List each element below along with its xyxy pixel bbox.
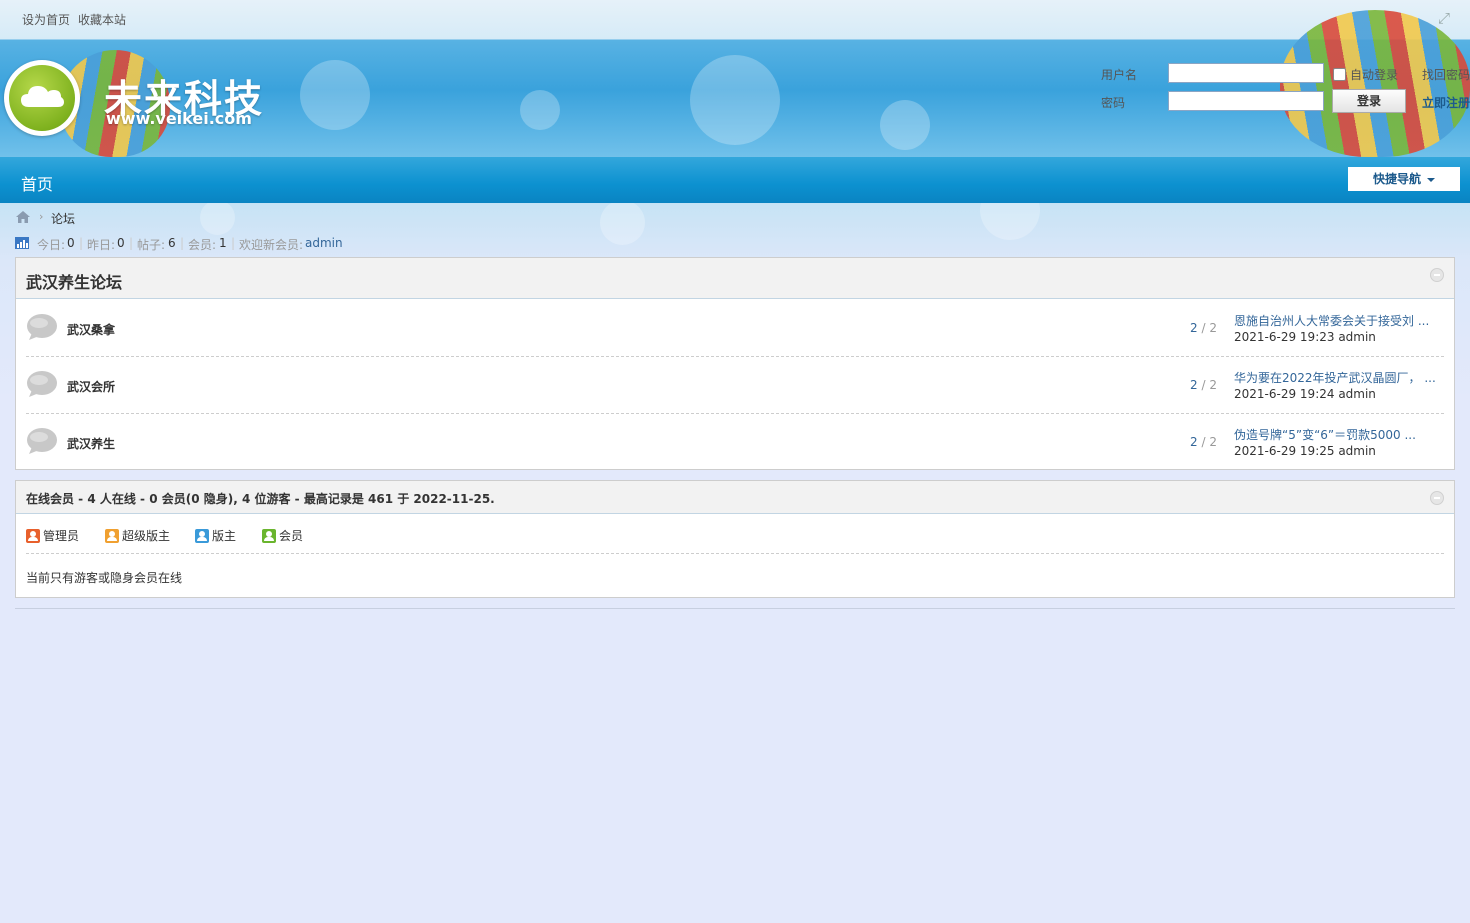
online-title[interactable]: 在线会员 - 4 人在线 - 0 会员(0 隐身), 4 位游客 - 最高记录是… (26, 490, 495, 507)
online-message: 当前只有游客或隐身会员在线 (26, 571, 183, 585)
bookmark-link[interactable]: 收藏本站 (78, 11, 126, 28)
legend-admin: 管理员 (26, 527, 79, 544)
register-link[interactable]: 立即注册 (1422, 94, 1470, 111)
forum-count: 2 / 2 (1190, 435, 1217, 449)
forum-row: 武汉桑拿 2 / 2 恩施自治州人大常委会关于接受刘 ... 2021-6-29… (26, 299, 1444, 357)
last-post-meta: 2021-6-29 19:24 admin (1234, 387, 1376, 401)
last-post-meta: 2021-6-29 19:25 admin (1234, 444, 1376, 458)
quick-nav-button[interactable]: 快捷导航 (1348, 167, 1460, 191)
divider (26, 553, 1444, 554)
auto-login-label: 自动登录 (1350, 68, 1399, 82)
thread-count: 2 (1190, 321, 1198, 335)
collapse-icon[interactable] (1430, 491, 1444, 505)
chart-icon (15, 237, 29, 249)
stat-posts-value: 6 (168, 236, 176, 250)
site-header: 未来科技 www.veikei.com 用户名 密码 自动登录 找回密码 登录 … (0, 10, 1470, 157)
thread-count: 2 (1190, 435, 1198, 449)
legend-moderator: 版主 (195, 527, 236, 544)
post-count: 2 (1209, 435, 1217, 449)
legend-label: 会员 (279, 529, 304, 543)
stat-yesterday-label: 昨日: (87, 238, 116, 252)
password-label: 密码 (1101, 96, 1126, 110)
breadcrumb-separator: › (39, 210, 44, 223)
cloud-icon (21, 86, 64, 107)
admin-icon (26, 529, 40, 543)
stat-separator: | (180, 236, 185, 250)
auto-login-checkbox[interactable] (1333, 68, 1346, 81)
login-button[interactable]: 登录 (1332, 89, 1406, 113)
online-members-box: 在线会员 - 4 人在线 - 0 会员(0 隐身), 4 位游客 - 最高记录是… (15, 480, 1455, 598)
thread-count: 2 (1190, 378, 1198, 392)
stat-welcome-label: 欢迎新会员: (239, 238, 304, 252)
legend-label: 超级版主 (122, 529, 171, 543)
stat-members-label: 会员: (188, 238, 217, 252)
stat-posts-label: 帖子: (137, 238, 166, 252)
forum-bubble-icon (27, 314, 57, 340)
forum-bubble-icon (27, 371, 57, 397)
post-count: 2 (1209, 378, 1217, 392)
last-post-meta: 2021-6-29 19:23 admin (1234, 330, 1376, 344)
chevron-down-icon (1427, 177, 1435, 182)
forum-count: 2 / 2 (1190, 321, 1217, 335)
footer-divider (15, 608, 1455, 609)
password-input[interactable] (1168, 91, 1324, 111)
stat-today-label: 今日: (37, 238, 66, 252)
stat-separator: | (231, 236, 236, 250)
forum-count: 2 / 2 (1190, 378, 1217, 392)
balloon-decoration (1280, 10, 1470, 157)
collapse-icon[interactable] (1430, 268, 1444, 282)
home-icon[interactable] (15, 209, 31, 225)
forum-group-header: 武汉养生论坛 (16, 258, 1454, 299)
last-post-title[interactable]: 华为要在2022年投产武汉晶圆厂， ... (1234, 369, 1436, 386)
set-homepage-link[interactable]: 设为首页 (22, 11, 70, 28)
last-post-title[interactable]: 恩施自治州人大常委会关于接受刘 ... (1234, 312, 1429, 329)
find-password-link[interactable]: 找回密码 (1422, 66, 1470, 83)
stat-yesterday-value: 0 (117, 236, 125, 250)
forum-row: 武汉养生 2 / 2 伪造号牌“5”变“6”＝罚款5000 ... 2021-6… (26, 413, 1444, 470)
member-icon (262, 529, 276, 543)
forum-name[interactable]: 武汉会所 (67, 378, 115, 395)
stat-today-value: 0 (67, 236, 75, 250)
logo-badge[interactable] (4, 60, 80, 136)
moderator-icon (195, 529, 209, 543)
last-post-title[interactable]: 伪造号牌“5”变“6”＝罚款5000 ... (1234, 426, 1416, 443)
forum-row: 武汉会所 2 / 2 华为要在2022年投产武汉晶圆厂， ... 2021-6-… (26, 356, 1444, 414)
legend-label: 管理员 (43, 529, 80, 543)
main-nav: 首页 快捷导航 (0, 157, 1470, 203)
stat-separator: | (129, 236, 134, 250)
logo-url: www.veikei.com (106, 109, 252, 128)
forum-name[interactable]: 武汉养生 (67, 435, 115, 452)
username-input[interactable] (1168, 63, 1324, 83)
super-moderator-icon (105, 529, 119, 543)
expand-icon[interactable]: ⤢ (1436, 10, 1452, 26)
legend-super-moderator: 超级版主 (105, 527, 170, 544)
nav-item-home[interactable]: 首页 (21, 171, 53, 195)
legend-member: 会员 (262, 527, 303, 544)
username-label: 用户名 (1101, 68, 1138, 82)
legend-label: 版主 (212, 529, 237, 543)
quick-nav-label: 快捷导航 (1372, 172, 1421, 186)
online-body: 管理员 超级版主 版主 会员 当前只有游客或隐身会员在线 (16, 514, 1454, 597)
post-count: 2 (1209, 321, 1217, 335)
forum-group-title[interactable]: 武汉养生论坛 (26, 269, 122, 293)
forum-name[interactable]: 武汉桑拿 (67, 321, 115, 338)
breadcrumb-forum[interactable]: 论坛 (51, 210, 75, 227)
newest-member-link[interactable]: admin (305, 236, 343, 250)
online-header: 在线会员 - 4 人在线 - 0 会员(0 隐身), 4 位游客 - 最高记录是… (16, 481, 1454, 514)
stat-members-value: 1 (219, 236, 227, 250)
forum-group-box: 武汉养生论坛 武汉桑拿 2 / 2 恩施自治州人大常委会关于接受刘 ... 20… (15, 257, 1455, 470)
forum-bubble-icon (27, 428, 57, 454)
top-bar: 设为首页 收藏本站 ⤢ (0, 0, 1470, 39)
stat-separator: | (79, 236, 84, 250)
